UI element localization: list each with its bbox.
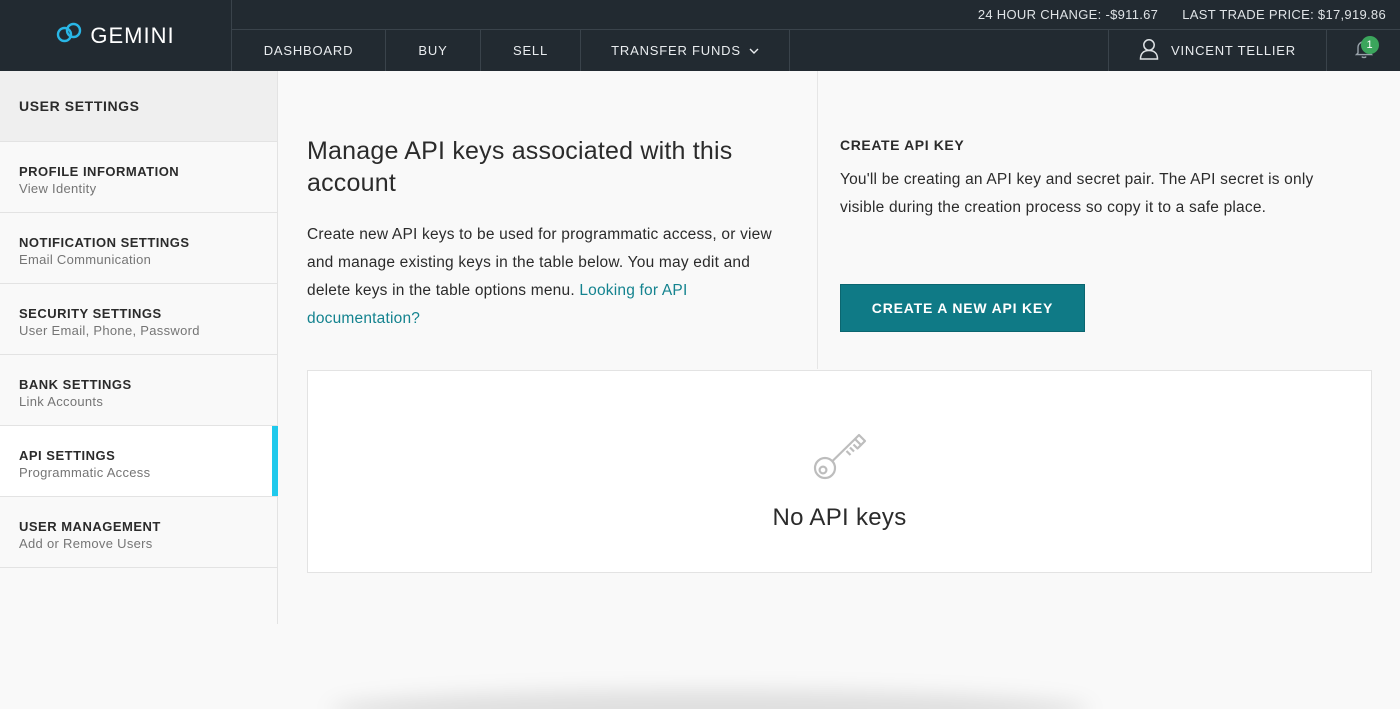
ticker-price: LAST TRADE PRICE: $17,919.86 xyxy=(1182,7,1386,22)
nav-sell[interactable]: SELL xyxy=(481,30,581,71)
sidebar-item-api-settings[interactable]: API SETTINGS Programmatic Access xyxy=(0,426,278,497)
sidebar-item-title: BANK SETTINGS xyxy=(19,377,132,392)
create-api-key-button[interactable]: CREATE A NEW API KEY xyxy=(840,284,1085,332)
notifications-button[interactable]: 1 xyxy=(1327,30,1400,71)
api-keys-empty-state: No API keys xyxy=(307,370,1372,573)
ticker-change: 24 HOUR CHANGE: -$911.67 xyxy=(978,7,1158,22)
main-nav: DASHBOARD BUY SELL TRANSFER FUNDS VINCEN… xyxy=(232,29,1400,71)
create-api-key-text: You'll be creating an API key and secret… xyxy=(840,171,1314,216)
column-divider xyxy=(817,71,818,369)
api-settings-content: Manage API keys associated with this acc… xyxy=(278,71,1400,709)
sidebar-item-subtitle: Link Accounts xyxy=(19,394,104,409)
sidebar-item-security-settings[interactable]: SECURITY SETTINGS User Email, Phone, Pas… xyxy=(0,284,277,355)
price-value: $17,919.86 xyxy=(1317,7,1386,22)
notification-count-badge: 1 xyxy=(1361,36,1379,54)
price-label: LAST TRADE PRICE: xyxy=(1182,7,1314,22)
sidebar-item-notification-settings[interactable]: NOTIFICATION SETTINGS Email Communicatio… xyxy=(0,213,277,284)
brand-name: GEMINI xyxy=(90,22,175,48)
api-description: Create new API keys to be used for progr… xyxy=(307,221,777,333)
nav-dashboard[interactable]: DASHBOARD xyxy=(232,30,386,71)
sidebar-item-title: PROFILE INFORMATION xyxy=(19,164,180,179)
user-menu[interactable]: VINCENT TELLIER xyxy=(1109,30,1327,71)
settings-sidebar: USER SETTINGS PROFILE INFORMATION View I… xyxy=(0,71,278,624)
market-ticker: 24 HOUR CHANGE: -$911.67 LAST TRADE PRIC… xyxy=(978,7,1386,22)
sidebar-item-subtitle: Add or Remove Users xyxy=(19,536,153,551)
sidebar-item-title: SECURITY SETTINGS xyxy=(19,306,162,321)
sidebar-item-title: NOTIFICATION SETTINGS xyxy=(19,235,190,250)
nav-buy[interactable]: BUY xyxy=(386,30,481,71)
top-navigation-bar: GEMINI 24 HOUR CHANGE: -$911.67 LAST TRA… xyxy=(0,0,1400,71)
sidebar-item-subtitle: Email Communication xyxy=(19,252,152,267)
change-value: -$911.67 xyxy=(1105,7,1159,22)
sidebar-item-title: USER MANAGEMENT xyxy=(19,519,161,534)
create-api-key-title: CREATE API KEY xyxy=(840,137,965,153)
sidebar-item-subtitle: User Email, Phone, Password xyxy=(19,323,200,338)
sidebar-item-subtitle: View Identity xyxy=(19,181,97,196)
nav-transfer-label: TRANSFER FUNDS xyxy=(611,43,741,58)
sidebar-heading: USER SETTINGS xyxy=(0,71,277,142)
chevron-down-icon xyxy=(749,43,759,58)
key-icon xyxy=(811,431,869,488)
nav-spacer xyxy=(790,30,1109,71)
gemini-logo-icon xyxy=(56,22,82,49)
empty-state-message: No API keys xyxy=(772,504,907,531)
sidebar-item-subtitle: Programmatic Access xyxy=(19,465,151,480)
create-api-key-panel: CREATE API KEY You'll be creating an API… xyxy=(840,137,1330,332)
page-title: Manage API keys associated with this acc… xyxy=(307,137,733,197)
change-label: 24 HOUR CHANGE: xyxy=(977,7,1102,22)
api-intro: Manage API keys associated with this acc… xyxy=(307,135,777,333)
api-description-text: Create new API keys to be used for progr… xyxy=(307,226,772,299)
brand-logo[interactable]: GEMINI xyxy=(0,0,232,71)
sidebar-item-user-management[interactable]: USER MANAGEMENT Add or Remove Users xyxy=(0,497,277,568)
sidebar-item-profile-information[interactable]: PROFILE INFORMATION View Identity xyxy=(0,142,277,213)
nav-transfer-funds[interactable]: TRANSFER FUNDS xyxy=(581,30,790,71)
user-name: VINCENT TELLIER xyxy=(1171,43,1296,58)
sidebar-item-bank-settings[interactable]: BANK SETTINGS Link Accounts xyxy=(0,355,277,426)
sidebar-item-title: API SETTINGS xyxy=(19,448,116,463)
user-icon xyxy=(1139,38,1159,63)
